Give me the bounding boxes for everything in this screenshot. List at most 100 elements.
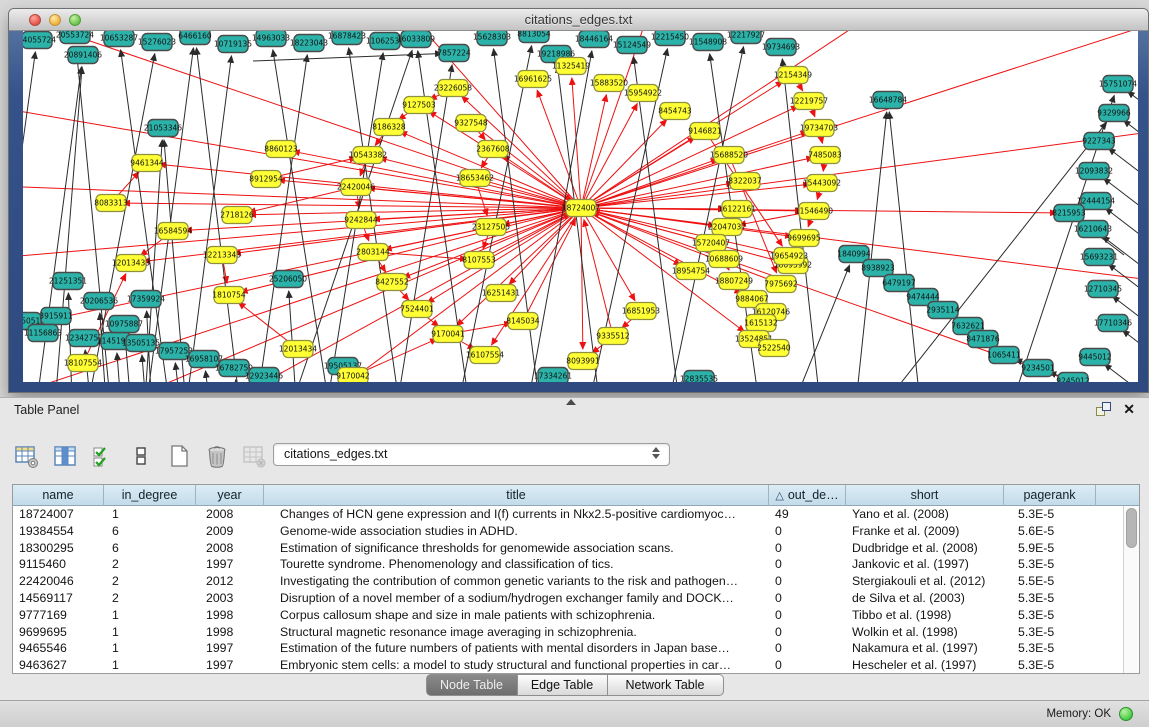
graph-node[interactable]: 7857224 [437, 45, 471, 62]
table-settings-button[interactable] [12, 441, 42, 471]
graph-node[interactable]: 2718126 [220, 207, 254, 224]
graph-node[interactable]: 16878423 [328, 31, 366, 45]
citation-edge-red[interactable] [581, 120, 667, 208]
graph-node[interactable]: 12835535 [680, 371, 718, 383]
graph-node[interactable]: 1810754 [212, 287, 246, 304]
table-selector-dropdown[interactable]: citations_edges.txt [273, 443, 670, 466]
citation-edge-red[interactable] [581, 158, 813, 208]
graph-node[interactable]: 9335512 [596, 328, 630, 345]
graph-node[interactable]: 20891406 [64, 47, 102, 64]
graph-node[interactable]: 12013434 [279, 341, 317, 358]
graph-node[interactable]: 9170041 [431, 326, 465, 343]
graph-node[interactable]: 18446164 [575, 31, 613, 48]
graph-node[interactable]: 11546490 [795, 203, 833, 220]
graph-node[interactable]: 18724007 [562, 200, 600, 217]
graph-node[interactable]: 8145034 [506, 313, 540, 330]
graph-node[interactable]: 22047037 [708, 219, 746, 236]
graph-node[interactable]: 15751074 [1099, 76, 1137, 93]
citation-edge-red[interactable] [581, 106, 798, 208]
graph-node[interactable]: 18807249 [715, 273, 753, 290]
graph-node[interactable]: 10543382 [349, 147, 387, 164]
graph-node[interactable]: 2522540 [757, 340, 791, 357]
graph-node[interactable]: 21251351 [49, 273, 87, 290]
tab-node-table[interactable]: Node Table [426, 674, 518, 696]
delete-table-button[interactable] [202, 441, 232, 471]
graph-node[interactable]: 10653287 [100, 31, 138, 47]
graph-node[interactable]: 24055724 [23, 32, 56, 49]
graph-node[interactable]: 15443092 [803, 175, 841, 192]
citation-edge-red[interactable] [593, 211, 789, 256]
graph-node[interactable]: 6466160 [178, 31, 212, 45]
graph-node[interactable]: 16584594 [154, 223, 192, 240]
memory-status-indicator[interactable] [1119, 707, 1133, 721]
graph-node[interactable]: 9699695 [787, 230, 821, 247]
graph-node[interactable]: 8093991 [566, 353, 600, 370]
graph-node[interactable]: 18223043 [290, 35, 328, 52]
table-row[interactable]: 1830029562008Estimation of significance … [13, 540, 1123, 557]
import-table-button[interactable] [240, 441, 270, 471]
graph-node[interactable]: 18653462 [456, 170, 494, 187]
table-row[interactable]: 1872400712008Changes of HCN gene express… [13, 506, 1123, 523]
graph-node[interactable]: 8471876 [966, 331, 1000, 348]
graph-node[interactable]: 16210643 [1074, 221, 1112, 238]
citation-edge-red[interactable] [581, 121, 1138, 208]
graph-node[interactable]: 10688609 [705, 251, 743, 268]
citation-edge-black[interactable] [205, 371, 213, 382]
graph-node[interactable]: 11325419 [552, 58, 590, 75]
graph-node[interactable]: 8912954 [249, 171, 283, 188]
citation-edge-red[interactable] [581, 95, 606, 208]
graph-node[interactable]: 15954922 [624, 85, 662, 102]
graph-node[interactable]: 12013433 [112, 255, 150, 272]
graph-node[interactable]: 1065411 [987, 347, 1021, 364]
graph-node[interactable]: 16961625 [514, 71, 552, 88]
graph-node[interactable]: 19654923 [770, 248, 808, 265]
table-row[interactable]: 1456911722003Disruption of a novel membe… [13, 590, 1123, 607]
graph-node[interactable]: 7485083 [808, 147, 842, 164]
graph-node[interactable]: 20553724 [56, 31, 94, 44]
citation-edge-black[interactable] [143, 48, 193, 382]
column-header-short[interactable]: short [846, 485, 1004, 506]
graph-node[interactable]: 8083313 [94, 195, 128, 212]
citation-edge-black[interactable] [1105, 364, 1138, 382]
citation-edge-black[interactable] [1124, 120, 1138, 155]
graph-node[interactable]: 9227343 [1082, 133, 1116, 150]
graph-node[interactable]: 15688520 [710, 147, 748, 164]
graph-node[interactable]: 25206050 [269, 271, 307, 288]
graph-node[interactable]: 3915911 [39, 308, 73, 325]
graph-node[interactable]: 9327548 [454, 115, 488, 132]
graph-node[interactable]: 16033809 [397, 31, 435, 48]
graph-node[interactable]: 16851953 [622, 303, 660, 320]
graph-node[interactable]: 11548908 [689, 34, 727, 51]
column-header-year[interactable]: year [196, 485, 264, 506]
graph-node[interactable]: 16122161 [718, 201, 756, 218]
graph-node[interactable]: 8813054 [517, 31, 551, 43]
graph-node[interactable]: 1615132 [744, 315, 778, 332]
splitter-arrow-icon[interactable] [566, 399, 576, 405]
graph-node[interactable]: 12219757 [790, 93, 828, 110]
graph-node[interactable]: 12213343 [203, 247, 241, 264]
table-row[interactable]: 969969511998Structural magnetic resonanc… [13, 624, 1123, 641]
graph-node[interactable]: 10975887 [105, 316, 143, 333]
close-panel-icon[interactable]: ✕ [1123, 402, 1135, 416]
graph-node[interactable]: 8454743 [658, 103, 692, 120]
scrollbar-thumb[interactable] [1126, 508, 1137, 548]
graph-node[interactable]: 15720407 [692, 235, 730, 252]
graph-node[interactable]: 15883520 [590, 75, 628, 92]
graph-node[interactable]: 17334261 [534, 368, 572, 383]
graph-node[interactable]: 16648784 [869, 92, 907, 109]
graph-node[interactable]: 18107554 [64, 355, 102, 372]
table-row[interactable]: 911546021997Tourette syndrome. Phenomeno… [13, 556, 1123, 573]
citation-edge-red[interactable] [23, 31, 581, 208]
column-header-pagerank[interactable]: pagerank [1004, 485, 1096, 506]
citation-edge-red[interactable] [581, 208, 583, 349]
graph-node[interactable]: 9170042 [336, 368, 370, 383]
graph-node[interactable]: 22420046 [337, 179, 375, 196]
graph-node[interactable]: 15276023 [138, 34, 176, 51]
citation-edge-red[interactable] [581, 31, 663, 208]
citation-edge-black[interactable] [117, 353, 123, 382]
column-header-in-degree[interactable]: in_degree [104, 485, 196, 506]
graph-node[interactable]: 12215450 [651, 31, 689, 46]
graph-node[interactable]: 8186328 [372, 119, 406, 136]
graph-node[interactable]: 19734703 [800, 120, 838, 137]
column-header-out-degree[interactable]: △out_de… [769, 485, 846, 506]
